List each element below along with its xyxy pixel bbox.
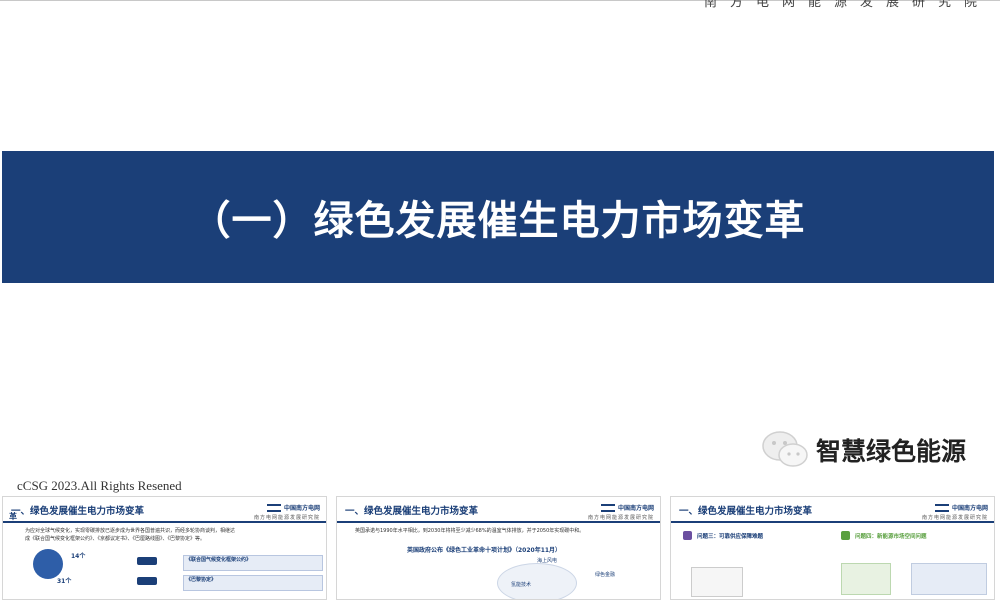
flow-arrow-box [137, 577, 157, 585]
company-logo: 中国南方电网 南方电网能源发展研究院 [921, 503, 988, 521]
grid-logo-icon [934, 503, 949, 512]
problem-item: 问题四：新能源市场空间问题 [855, 534, 927, 540]
thumbnail-title: 一、绿色发展催生电力市场变革 [345, 506, 479, 517]
company-logo: 中国南方电网 南方电网能源发展研究院 [253, 503, 320, 521]
copyright-text: cCSG 2023.All Rights Resened [17, 478, 182, 493]
image-placeholder [911, 563, 987, 595]
treaty-box: 《巴黎协定》 [183, 575, 323, 591]
slide-thumbnail-1[interactable]: 一、绿色发展催生电力市场变革 中国南方电网 南方电网能源发展研究院 革 为应对全… [2, 496, 327, 600]
watermark-text: 智慧绿色能源 [816, 437, 967, 466]
watermark: 智慧绿色能源 [760, 428, 966, 472]
thumbnail-subtitle: 英国政府公布《绿色工业革命十项计划》（2020年11月） [407, 547, 562, 554]
thumbnail-title: 一、绿色发展催生电力市场变革 [679, 506, 813, 517]
stat-value: 31个 [57, 578, 72, 585]
company-logo: 中国南方电网 南方电网能源发展研究院 [587, 503, 654, 521]
globe-graphic [33, 549, 63, 579]
thumbnail-side-label: 革 [9, 512, 17, 521]
thumbnail-text-line: 成《联合国气候变化框架公约》、《京都议定书》、《巴厘路线图》、《巴黎协定》等。 [25, 536, 206, 542]
section-banner: （一）绿色发展催生电力市场变革 [2, 151, 994, 283]
grid-logo-icon [266, 503, 281, 512]
plan-item: 氢能技术 [511, 582, 532, 588]
thumbnail-divider [337, 521, 660, 523]
hexagon-graphic [841, 563, 891, 595]
slide-thumbnail-3[interactable]: 一、绿色发展催生电力市场变革 中国南方电网 南方电网能源发展研究院 问题三：可靠… [670, 496, 995, 600]
chart-thumbnail [691, 567, 743, 597]
stat-value: 14个 [71, 553, 86, 560]
plan-item: 绿色金融 [595, 572, 616, 578]
wechat-icon [760, 428, 810, 472]
thumbnail-title: 一、绿色发展催生电力市场变革 [11, 506, 145, 517]
problem-item: 问题三：可靠供应保障难题 [697, 534, 764, 540]
thumbnail-divider [671, 521, 994, 523]
flow-arrow-box [137, 557, 157, 565]
section-title: （一）绿色发展催生电力市场变革 [190, 198, 806, 244]
thumbnail-text-line: 英国承诺与1990年水平相比，到2030年将将至少减少68%的温室气体排放，并于… [355, 528, 585, 534]
thumbnail-text-line: 为应对全球气候变化，实现零碳排放已逐步成为世界各国普遍共识，而经多轮协商谈判，相… [25, 528, 236, 534]
problem-icon [683, 531, 692, 540]
org-header-text: 南方电网能源发展研究院 [703, 0, 990, 10]
plan-wheel-graphic [497, 563, 577, 599]
grid-logo-icon [600, 503, 615, 512]
thumbnail-divider [3, 521, 326, 523]
treaty-box: 《联合国气候变化框架公约》 [183, 555, 323, 571]
slide-thumbnail-2[interactable]: 一、绿色发展催生电力市场变革 中国南方电网 南方电网能源发展研究院 英国承诺与1… [336, 496, 661, 600]
problem-icon [841, 531, 850, 540]
